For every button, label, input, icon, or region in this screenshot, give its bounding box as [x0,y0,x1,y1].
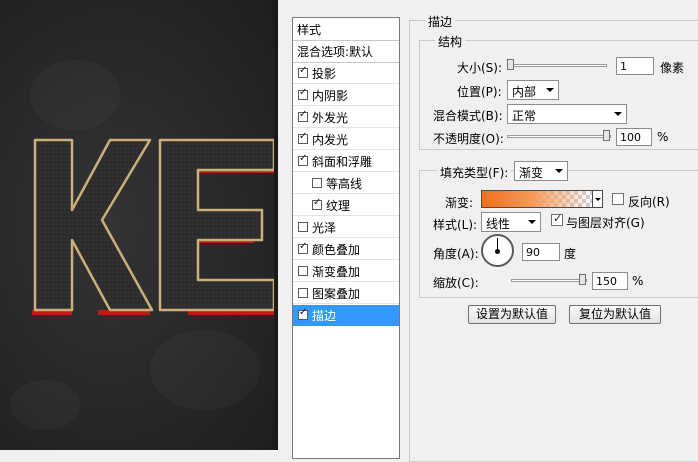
position-label: 位置(P): [457,85,502,99]
style-item-checkbox[interactable] [298,131,308,144]
gradient-dropdown-button[interactable] [592,190,603,208]
style-item-checkbox[interactable] [312,178,322,188]
style-item-checkbox[interactable] [298,222,308,232]
blend-mode-value: 正常 [512,109,537,123]
style-value: 线性 [486,217,511,231]
reverse-checkbox[interactable] [612,193,624,205]
gradient-label: 渐变: [445,196,474,210]
opacity-slider[interactable] [507,135,611,138]
angle-input[interactable] [522,243,560,261]
opacity-unit: % [657,130,669,144]
style-item-checkbox[interactable] [298,153,308,166]
style-item-label: 等高线 [326,176,363,191]
style-item-checkbox[interactable] [298,109,308,122]
align-with-layer-checkbox[interactable] [551,212,563,226]
scale-slider-thumb[interactable] [579,274,586,285]
blend-mode-select[interactable]: 正常 [507,104,627,124]
gradient-swatch[interactable] [481,190,593,208]
chevron-down-icon [528,220,536,224]
style-item-10[interactable]: 图案叠加 [293,283,399,304]
make-default-button[interactable]: 设置为默认值 [468,305,556,324]
fill-type-label: 填充类型(F): [437,164,512,181]
opacity-slider-thumb[interactable] [603,130,610,141]
angle-unit: 度 [564,247,577,261]
letter-e [158,138,274,312]
style-item-label: 图案叠加 [312,286,361,301]
scale-unit: % [632,274,644,288]
text-layer-preview [32,138,274,315]
angle-dial[interactable] [481,234,514,267]
size-input[interactable] [616,57,654,75]
stroke-group-title: 描边 [425,13,456,30]
style-item-0[interactable]: 投影 [293,63,399,84]
size-slider-thumb[interactable] [507,59,514,70]
chevron-down-icon [555,169,563,173]
style-item-7[interactable]: 光泽 [293,217,399,238]
stroke-settings-panel: 描边 结构 大小(S): 像素 位置(P): 内部 混合模式(B): 正常 不透… [401,0,698,462]
styles-list: 样式 混合选项:默认 投影内阴影外发光内发光斜面和浮雕等高线纹理光泽颜色叠加渐变… [292,17,400,459]
angle-dial-center [495,249,500,254]
chevron-down-icon [614,112,622,116]
blend-options-label: 混合选项:默认 [297,45,374,59]
style-item-11[interactable]: 描边 [293,305,399,326]
style-item-1[interactable]: 内阴影 [293,85,399,106]
position-select[interactable]: 内部 [507,80,559,100]
size-slider[interactable] [507,64,607,67]
chevron-down-icon [546,88,554,92]
style-item-label: 渐变叠加 [312,264,361,279]
scale-label: 缩放(C): [433,276,479,290]
size-label: 大小(S): [457,61,503,75]
style-item-3[interactable]: 内发光 [293,129,399,150]
blend-mode-label: 混合模式(B): [433,109,503,123]
style-item-label: 纹理 [326,198,351,213]
styles-panel: 样式 混合选项:默认 投影内阴影外发光内发光斜面和浮雕等高线纹理光泽颜色叠加渐变… [278,0,401,459]
opacity-input[interactable] [616,128,652,146]
style-item-label: 光泽 [312,220,337,235]
fill-type-value: 渐变 [519,166,544,180]
scale-input[interactable] [592,272,628,290]
style-item-checkbox[interactable] [312,197,322,210]
style-item-2[interactable]: 外发光 [293,107,399,128]
scale-slider[interactable] [511,279,587,282]
structure-group-title: 结构 [435,33,466,50]
opacity-label: 不透明度(O): [433,132,504,146]
fill-type-select[interactable]: 渐变 [514,161,568,181]
style-item-label: 颜色叠加 [312,242,361,257]
style-item-label: 内发光 [312,132,349,147]
style-item-8[interactable]: 颜色叠加 [293,239,399,260]
reverse-label: 反向(R) [628,195,670,209]
style-item-checkbox[interactable] [298,307,308,320]
style-select[interactable]: 线性 [481,212,541,232]
align-with-layer-label: 与图层对齐(G) [566,216,645,230]
letter-k [33,138,154,312]
size-unit: 像素 [660,61,685,75]
style-item-label: 外发光 [312,110,349,125]
angle-label: 角度(A): [433,247,479,261]
reset-default-button[interactable]: 复位为默认值 [569,305,661,324]
style-item-label: 描边 [312,308,337,323]
styles-header-label: 样式 [297,22,322,37]
style-item-4[interactable]: 斜面和浮雕 [293,151,399,172]
style-item-checkbox[interactable] [298,288,308,298]
style-item-label: 斜面和浮雕 [312,154,373,169]
style-item-label: 内阴影 [312,88,349,103]
position-value: 内部 [512,85,537,99]
style-item-checkbox[interactable] [298,87,308,100]
style-item-checkbox[interactable] [298,65,308,78]
canvas-preview [0,0,274,450]
style-label: 样式(L): [433,218,478,232]
style-item-9[interactable]: 渐变叠加 [293,261,399,282]
style-item-5[interactable]: 等高线 [293,173,399,194]
styles-header[interactable]: 样式 [293,18,399,41]
blend-options-item[interactable]: 混合选项:默认 [293,41,399,63]
style-item-6[interactable]: 纹理 [293,195,399,216]
style-item-label: 投影 [312,66,337,81]
style-item-checkbox[interactable] [298,266,308,276]
style-item-checkbox[interactable] [298,241,308,254]
